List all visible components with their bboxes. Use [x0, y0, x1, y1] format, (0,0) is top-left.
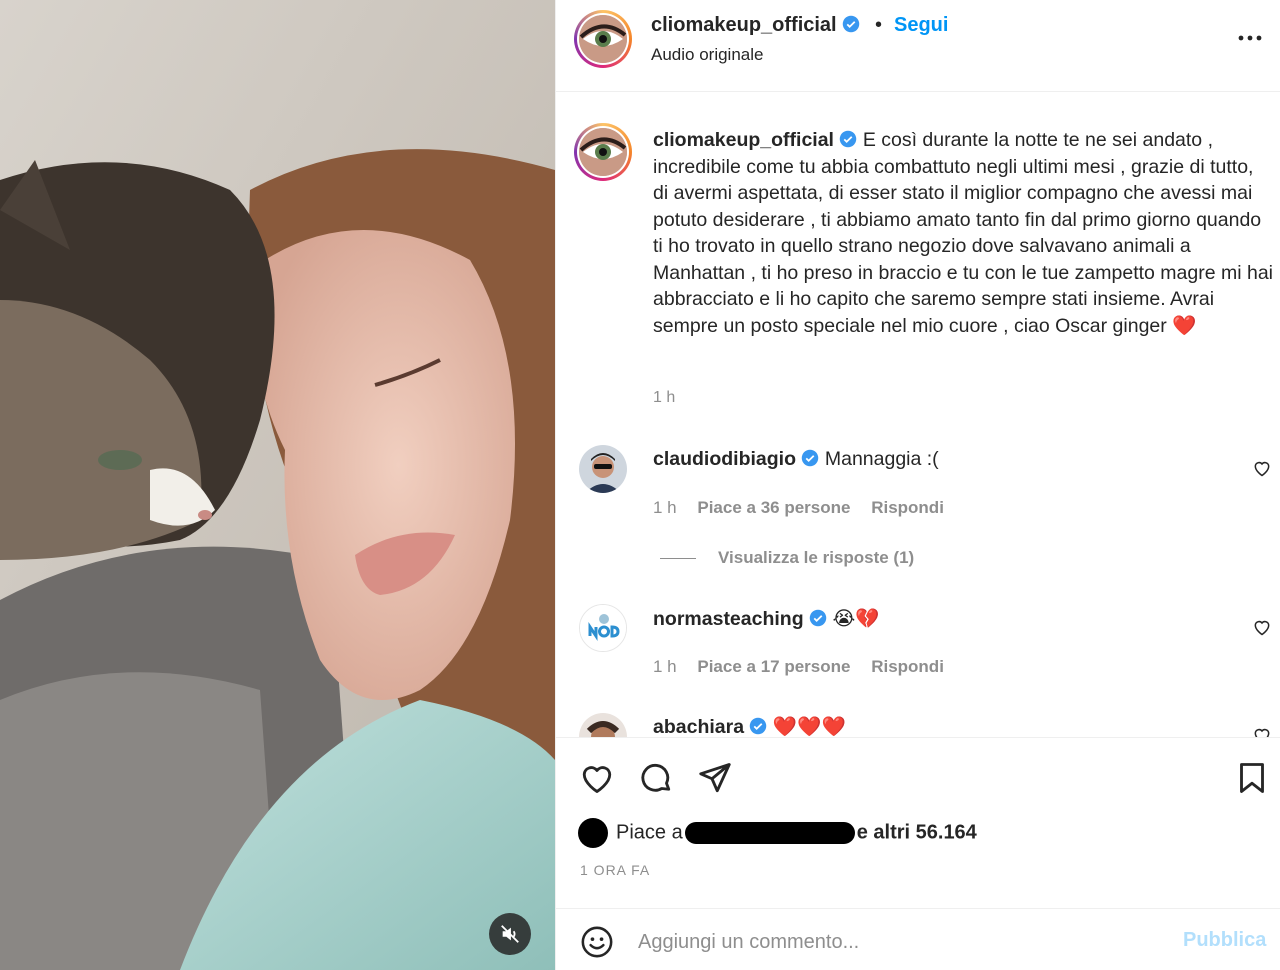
- user-avatar-image: [579, 713, 627, 737]
- nod-logo-avatar-image: [580, 605, 626, 651]
- likes-count[interactable]: e altri 56.164: [857, 821, 977, 843]
- caption-username[interactable]: cliomakeup_official: [653, 129, 834, 151]
- comment-username[interactable]: normasteaching: [653, 608, 804, 630]
- post-media[interactable]: [0, 0, 555, 970]
- reply-button[interactable]: Rispondi: [871, 498, 944, 517]
- post-photo: [0, 0, 555, 970]
- comments-list[interactable]: cliomakeup_official E così durante la no…: [556, 93, 1280, 737]
- more-horizontal-icon[interactable]: [1237, 28, 1263, 48]
- post-header: cliomakeup_official • Segui Audio origin…: [556, 0, 1280, 92]
- caption-time[interactable]: 1 h: [653, 389, 675, 407]
- verified-badge-icon: [840, 130, 857, 148]
- comment-avatar[interactable]: [579, 604, 627, 652]
- post-caption: cliomakeup_official E così durante la no…: [653, 127, 1273, 339]
- author-username[interactable]: cliomakeup_official: [651, 14, 860, 37]
- author-username-text: cliomakeup_official: [651, 14, 837, 36]
- speaker-muted-icon: [501, 925, 519, 943]
- comment-input[interactable]: [638, 925, 1158, 959]
- verified-badge-icon: [842, 15, 860, 33]
- eye-makeup-avatar-image: [579, 15, 627, 63]
- post-actions: Piace a e altri 56.164 1 ORA FA Pubblica: [556, 737, 1280, 970]
- author-avatar[interactable]: [574, 10, 632, 68]
- emoji-icon[interactable]: [580, 925, 614, 959]
- comment-username[interactable]: abachiara: [653, 716, 744, 737]
- send-icon[interactable]: [697, 760, 733, 796]
- comment-time[interactable]: 1 h: [653, 498, 677, 517]
- reply-button[interactable]: Rispondi: [871, 657, 944, 676]
- verified-badge-icon: [750, 717, 767, 735]
- eye-makeup-avatar-image: [579, 128, 627, 176]
- redacted-username: [684, 822, 855, 844]
- comment-text: Mannaggia :(: [824, 448, 939, 470]
- header-separator: •: [875, 14, 883, 36]
- post-date[interactable]: 1 ORA FA: [580, 862, 650, 878]
- user-avatar-image: [579, 445, 627, 493]
- heart-icon[interactable]: [579, 760, 615, 796]
- verified-badge-icon: [802, 449, 819, 467]
- caption-avatar[interactable]: [574, 123, 632, 181]
- caption-text: E così durante la notte te ne sei andato…: [653, 129, 1274, 337]
- likes-prefix: Piace a: [616, 821, 683, 844]
- comment-likes[interactable]: Piace a 36 persone: [697, 498, 850, 517]
- comment-composer: Pubblica: [556, 908, 1280, 970]
- comment-1: claudiodibiagio Mannaggia :(: [653, 448, 939, 471]
- comment-icon[interactable]: [638, 760, 674, 796]
- comment-like-heart-icon[interactable]: [1252, 458, 1272, 478]
- comment-like-heart-icon[interactable]: [1252, 725, 1272, 737]
- audio-link[interactable]: Audio originale: [651, 45, 763, 65]
- comment-2: normasteaching 😭💔: [653, 607, 880, 631]
- bookmark-icon[interactable]: [1234, 760, 1270, 796]
- comment-3: abachiara ❤️❤️❤️: [653, 715, 846, 737]
- comment-avatar[interactable]: [579, 713, 627, 737]
- comment-avatar[interactable]: [579, 445, 627, 493]
- follow-button[interactable]: Segui: [894, 14, 948, 37]
- mute-button[interactable]: [489, 913, 531, 955]
- view-replies-label: Visualizza le risposte (1): [718, 548, 915, 567]
- comment-like-heart-icon[interactable]: [1252, 617, 1272, 637]
- comment-text: 😭💔: [832, 608, 880, 630]
- post-comment-button[interactable]: Pubblica: [1183, 929, 1266, 952]
- liker-avatar: [578, 818, 608, 848]
- comment-likes[interactable]: Piace a 17 persone: [697, 657, 850, 676]
- post-panel: cliomakeup_official • Segui Audio origin…: [555, 0, 1280, 970]
- view-replies-button[interactable]: Visualizza le risposte (1): [660, 548, 914, 568]
- replies-dash: [660, 558, 696, 560]
- comment-text: ❤️❤️❤️: [772, 716, 846, 737]
- likes-summary[interactable]: Piace a e altri 56.164: [578, 818, 977, 848]
- comment-1-meta: 1 h Piace a 36 persone Rispondi: [653, 498, 960, 518]
- verified-badge-icon: [809, 609, 827, 627]
- comment-username[interactable]: claudiodibiagio: [653, 448, 796, 470]
- comment-2-meta: 1 h Piace a 17 persone Rispondi: [653, 657, 960, 677]
- comment-time[interactable]: 1 h: [653, 657, 677, 676]
